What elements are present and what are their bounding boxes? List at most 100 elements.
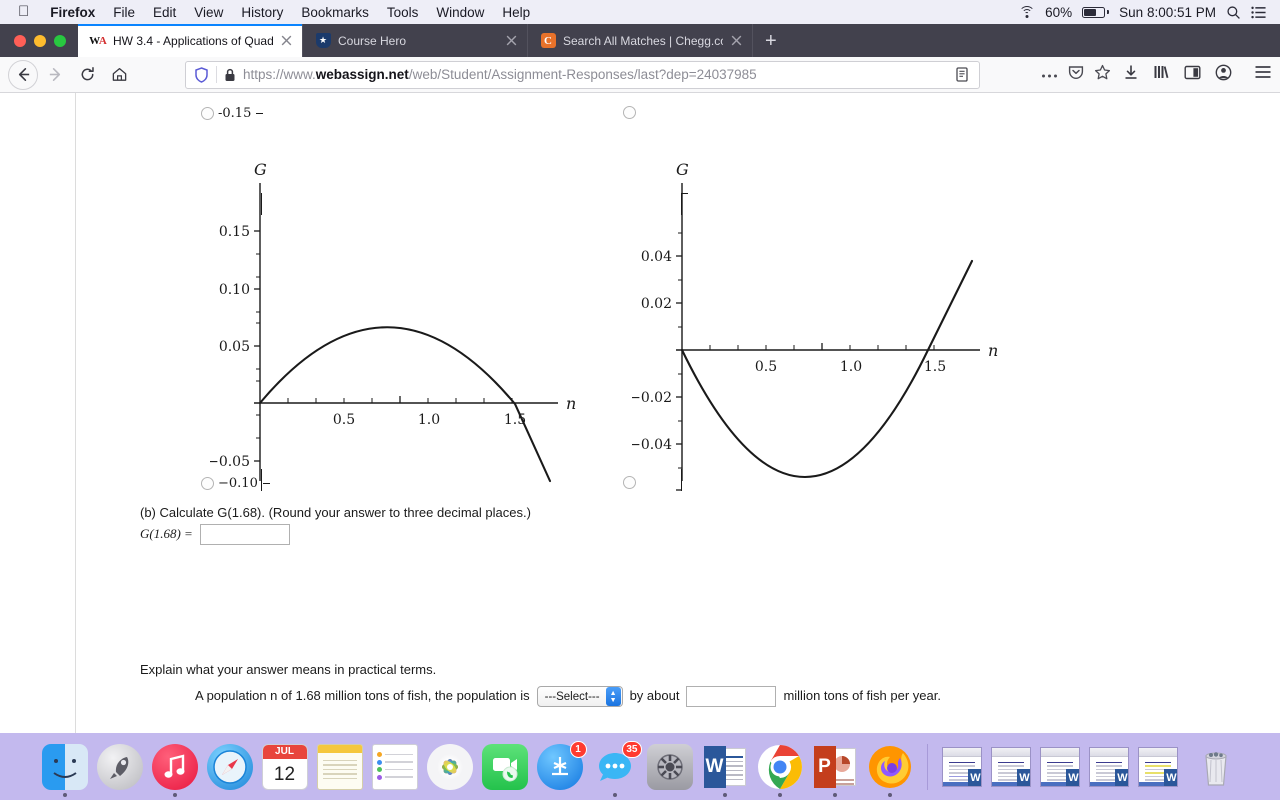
dock-item-google-chrome[interactable] xyxy=(757,744,803,797)
downloads-icon[interactable] xyxy=(1123,64,1139,85)
tracking-protection-shield-icon[interactable] xyxy=(194,66,209,83)
pocket-icon[interactable] xyxy=(1068,64,1084,85)
graph-option-d-radio-wrap[interactable] xyxy=(623,476,636,489)
xtick-1.0: 1.0 xyxy=(840,359,862,375)
menu-item-firefox[interactable]: Firefox xyxy=(41,5,104,20)
battery-icon[interactable] xyxy=(1082,6,1110,18)
dock-minimized-window-4[interactable]: W xyxy=(1088,746,1129,787)
part-b-answer-label: G(1.68) = xyxy=(140,526,193,542)
menu-item-help[interactable]: Help xyxy=(493,5,539,20)
menu-item-bookmarks[interactable]: Bookmarks xyxy=(292,5,378,20)
url-domain: webassign.net xyxy=(315,67,409,82)
menu-item-view[interactable]: View xyxy=(185,5,232,20)
close-tab-icon[interactable] xyxy=(730,34,744,48)
graph-bottom-left-axis-stub xyxy=(261,469,263,491)
reader-view-icon[interactable] xyxy=(953,67,971,82)
dock-item-safari[interactable] xyxy=(206,743,253,790)
menu-item-file[interactable]: File xyxy=(104,5,144,20)
back-button[interactable] xyxy=(8,59,38,90)
itunes-icon xyxy=(151,743,198,790)
dock-minimized-window-1[interactable]: W xyxy=(941,746,982,787)
part-b-answer-input[interactable] xyxy=(199,524,290,545)
tab-hw34-applications-of-quadratics[interactable]: WA HW 3.4 - Applications of Quadrat xyxy=(78,24,303,57)
home-button[interactable] xyxy=(104,60,134,90)
running-indicator xyxy=(777,792,782,797)
minimize-window-button[interactable] xyxy=(34,35,46,47)
running-indicator xyxy=(832,792,837,797)
new-tab-button[interactable]: + xyxy=(753,31,789,57)
dock-item-launchpad[interactable] xyxy=(96,743,143,790)
sidebar-icon[interactable] xyxy=(1184,65,1201,85)
dock-item-system-preferences[interactable] xyxy=(646,743,693,790)
dock-item-notes[interactable] xyxy=(316,743,363,790)
graph-radio-bottom-right[interactable] xyxy=(623,476,636,489)
library-icon[interactable] xyxy=(1153,64,1170,85)
dock-item-finder[interactable] xyxy=(41,743,88,797)
close-window-button[interactable] xyxy=(14,35,26,47)
assignment-content: -0.15 G n 0.15 0.10 0.05 −0.05 0.5 1.0 1… xyxy=(0,93,1280,733)
graph-radio-top-left[interactable] xyxy=(201,107,214,120)
graph-option-c-radio-wrap[interactable]: −0.10 xyxy=(201,476,270,491)
dock-item-app-store[interactable]: 1 xyxy=(536,740,587,790)
growth-direction-select[interactable]: ---Select--- ▲ ▼ xyxy=(536,686,623,707)
forward-button[interactable] xyxy=(40,60,70,90)
url-bar[interactable]: https://www.webassign.net/web/Student/As… xyxy=(185,60,980,89)
part-b-answer-row: G(1.68) = xyxy=(140,524,290,545)
graph-option-a-top-partial[interactable]: -0.15 xyxy=(201,106,264,121)
bookmark-star-icon[interactable] xyxy=(1094,64,1111,86)
reload-button[interactable] xyxy=(72,60,102,90)
explain-sentence-mid: by about xyxy=(629,688,680,704)
notification-center-icon[interactable] xyxy=(1251,6,1266,19)
menu-item-tools[interactable]: Tools xyxy=(378,5,428,20)
close-tab-icon[interactable] xyxy=(505,34,519,48)
dock-item-photos[interactable] xyxy=(426,743,473,790)
tab-course-hero[interactable]: ★ Course Hero xyxy=(303,24,528,57)
trash-icon xyxy=(1193,744,1239,790)
dock-item-microsoft-word[interactable]: W xyxy=(702,744,748,797)
menu-icon[interactable] xyxy=(1246,65,1272,84)
page-actions-icon[interactable] xyxy=(1041,66,1058,84)
dock-item-trash[interactable] xyxy=(1193,744,1239,790)
dock-item-facetime[interactable] xyxy=(481,743,528,790)
menubar-clock[interactable]: Sun 8:00:51 PM xyxy=(1119,5,1216,20)
menu-item-history[interactable]: History xyxy=(232,5,292,20)
menu-item-edit[interactable]: Edit xyxy=(144,5,185,20)
dock-minimized-window-3[interactable]: W xyxy=(1039,746,1080,787)
close-tab-icon[interactable] xyxy=(280,34,294,48)
dock-item-itunes[interactable] xyxy=(151,743,198,797)
menu-item-window[interactable]: Window xyxy=(427,5,493,20)
account-icon[interactable] xyxy=(1215,64,1232,86)
window-controls xyxy=(0,35,78,57)
dock-minimized-window-2[interactable]: W xyxy=(990,746,1031,787)
graph-radio-bottom-left[interactable] xyxy=(201,477,214,490)
dock-item-calendar[interactable]: JUL 12 xyxy=(261,743,308,790)
chart-concave-up[interactable]: G n 0.04 0.02 −0.02 −0.04 0.5 1.0 1.5 xyxy=(629,151,1012,491)
dock-item-messages[interactable]: 35 xyxy=(592,740,642,797)
dock-item-powerpoint[interactable]: P xyxy=(812,744,858,797)
maximize-window-button[interactable] xyxy=(54,35,66,47)
mac-menu-bar:  Firefox File Edit View History Bookmar… xyxy=(0,0,1280,24)
url-text[interactable]: https://www.webassign.net/web/Student/As… xyxy=(243,67,946,82)
spotlight-search-icon[interactable] xyxy=(1226,5,1241,20)
dock-minimized-window-5[interactable]: W xyxy=(1137,746,1178,787)
lock-icon[interactable] xyxy=(224,68,236,82)
chart-concave-down[interactable]: G n 0.15 0.10 0.05 −0.05 0.5 1.0 1.5 xyxy=(207,151,590,491)
photos-icon xyxy=(426,743,473,790)
dock-item-firefox[interactable] xyxy=(867,744,913,797)
wifi-icon[interactable] xyxy=(1018,6,1035,18)
ytick-0.05: 0.05 xyxy=(219,339,250,355)
select-stepper-icon[interactable]: ▲ ▼ xyxy=(605,687,621,706)
xtick-1.5: 1.5 xyxy=(924,359,946,375)
app-store-badge: 1 xyxy=(569,740,587,758)
dock-item-reminders[interactable] xyxy=(371,743,418,790)
explain-sentence-post: million tons of fish per year. xyxy=(783,688,941,704)
apple-menu-icon[interactable]:  xyxy=(8,4,41,21)
macos-dock: JUL 12 1 35 W P W W W W W xyxy=(0,733,1280,800)
facetime-icon xyxy=(481,743,528,790)
chart-xlabel: n xyxy=(566,394,576,413)
part-b-prompt: (b) Calculate G(1.68). (Round your answe… xyxy=(140,505,531,520)
graph-option-b-top-partial[interactable] xyxy=(623,106,636,119)
tab-search-all-matches-chegg[interactable]: C Search All Matches | Chegg.com xyxy=(528,24,753,57)
graph-radio-top-right[interactable] xyxy=(623,106,636,119)
explain-amount-input[interactable] xyxy=(686,686,777,707)
